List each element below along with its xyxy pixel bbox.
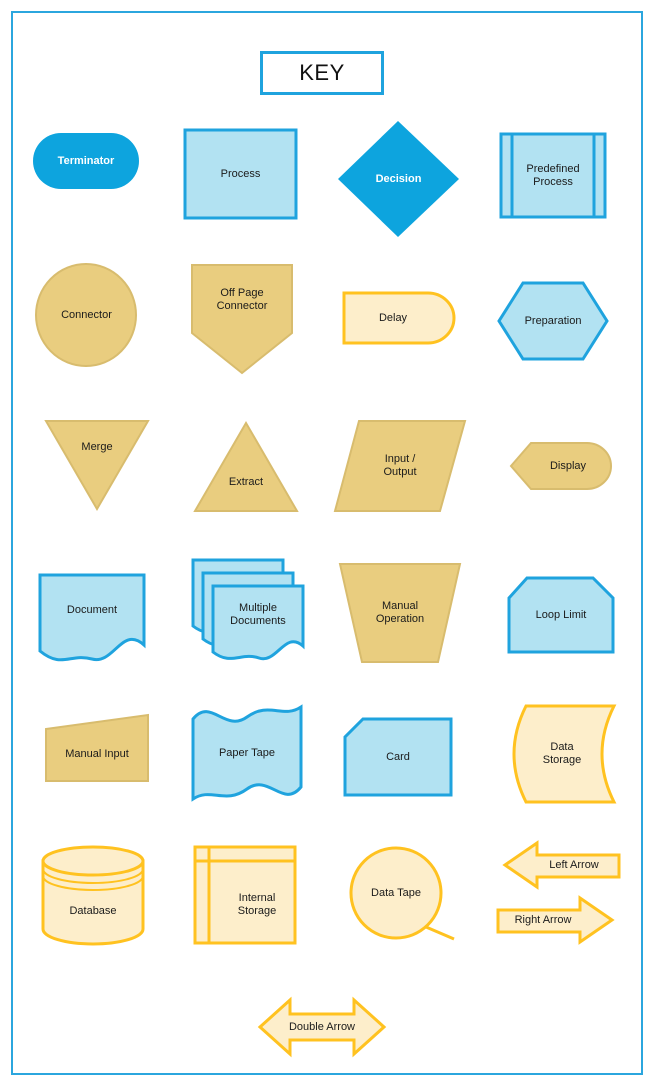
flowchart-key-page: KEY Terminator Process Decision Predefin…: [0, 0, 654, 1086]
shape-multiple-documents[interactable]: Multiple Documents: [191, 558, 305, 663]
off-page-connector-icon: [191, 264, 293, 375]
shape-database[interactable]: Database: [41, 845, 145, 946]
document-icon: [38, 573, 146, 662]
data-storage-icon: [512, 704, 617, 804]
shape-decision[interactable]: Decision: [336, 119, 461, 239]
shape-manual-input[interactable]: Manual Input: [44, 713, 150, 783]
double-arrow-icon: [257, 996, 387, 1058]
shape-merge[interactable]: Merge: [44, 419, 150, 511]
extract-icon: [193, 421, 299, 512]
shape-double-arrow[interactable]: Double Arrow: [257, 996, 387, 1058]
shape-terminator[interactable]: Terminator: [31, 131, 141, 191]
database-icon: [41, 845, 145, 946]
paper-tape-icon: [191, 704, 303, 802]
shape-data-tape[interactable]: Data Tape: [348, 845, 456, 945]
connector-icon: [35, 263, 137, 367]
merge-icon: [44, 420, 150, 511]
shape-data-storage[interactable]: Data Storage: [506, 704, 618, 804]
shape-delay[interactable]: Delay: [342, 291, 457, 346]
shape-card[interactable]: Card: [343, 717, 453, 797]
key-title-box: KEY: [260, 51, 384, 95]
preparation-icon: [497, 281, 609, 361]
left-arrow-icon: [502, 840, 621, 890]
page-title: KEY: [299, 60, 345, 85]
shape-internal-storage[interactable]: Internal Storage: [193, 845, 297, 945]
shape-preparation[interactable]: Preparation: [497, 281, 609, 361]
display-icon: [509, 442, 612, 490]
internal-storage-icon: [193, 845, 297, 945]
manual-operation-icon: [338, 563, 462, 663]
shape-paper-tape[interactable]: Paper Tape: [191, 703, 303, 803]
right-arrow-icon: [496, 895, 615, 945]
shape-loop-limit[interactable]: Loop Limit: [507, 576, 615, 654]
shape-process[interactable]: Process: [183, 128, 298, 220]
shape-right-arrow[interactable]: Right Arrow: [496, 895, 615, 945]
shape-document[interactable]: Document: [38, 573, 146, 663]
decision-icon: [338, 121, 459, 237]
loop-limit-icon: [507, 576, 615, 654]
delay-icon: [342, 291, 456, 345]
manual-input-icon: [45, 713, 149, 782]
multiple-documents-icon: [191, 558, 305, 661]
shape-extract[interactable]: Extract: [193, 421, 299, 513]
shape-predefined-process[interactable]: Predefined Process: [499, 132, 607, 219]
shape-left-arrow[interactable]: Left Arrow: [502, 840, 621, 890]
shape-off-page-connector[interactable]: Off Page Connector: [190, 263, 294, 375]
process-icon: [183, 128, 298, 220]
terminator-icon: [33, 133, 139, 189]
shape-input-output[interactable]: Input / Output: [333, 419, 467, 513]
shape-display[interactable]: Display: [509, 441, 613, 491]
diagram-frame: KEY Terminator Process Decision Predefin…: [11, 11, 643, 1075]
card-icon: [343, 717, 453, 797]
shape-connector[interactable]: Connector: [34, 263, 139, 368]
input-output-icon: [333, 420, 467, 512]
shape-manual-operation[interactable]: Manual Operation: [338, 562, 462, 664]
data-tape-icon: [349, 846, 455, 941]
predefined-process-icon: [499, 132, 607, 219]
